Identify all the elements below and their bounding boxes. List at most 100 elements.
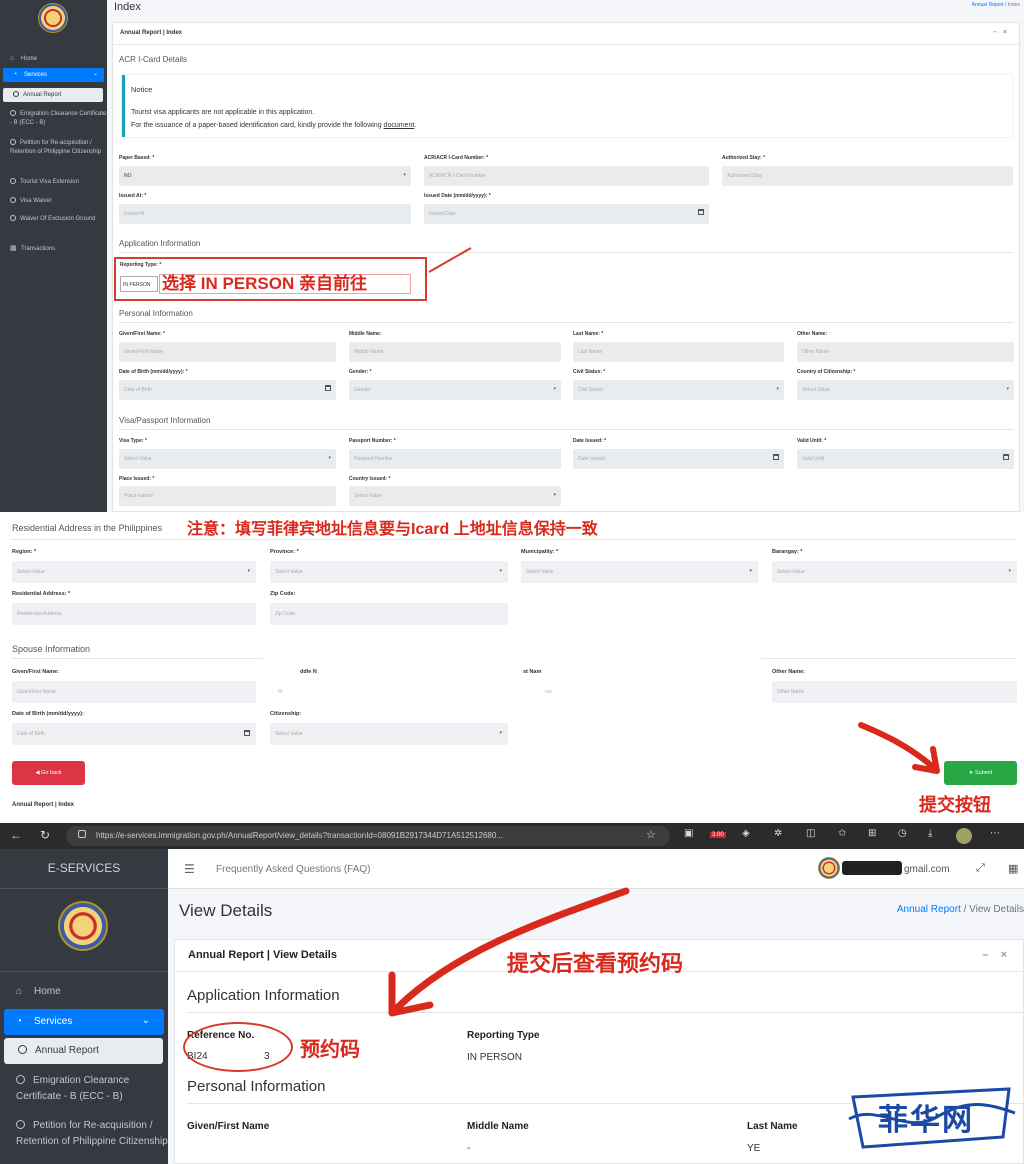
sidebar-item-ecc-b[interactable]: Emigration Clearance Certificate - B (EC…: [0, 1073, 168, 1105]
issued-at-input[interactable]: Issued At: [119, 204, 411, 224]
last-name-input[interactable]: Last Name: [573, 342, 784, 362]
sidebar-item-transactions[interactable]: ▦ Transactions: [0, 244, 107, 254]
breadcrumb-annual-report[interactable]: Annual Report: [897, 904, 961, 915]
place-issued-input[interactable]: Place Issued: [119, 486, 336, 506]
blurred-watermark-overlay: [262, 652, 762, 704]
circle-icon: [16, 1120, 25, 1129]
breadcrumb: Annual Report / Index: [971, 2, 1020, 8]
shield-icon[interactable]: ◈: [742, 828, 750, 839]
submit-button[interactable]: ➤ Submit: [944, 761, 1017, 785]
caret-down-icon: ▾: [403, 172, 406, 178]
spouse-last-input[interactable]: me: [540, 681, 590, 703]
reload-icon[interactable]: ↻: [40, 828, 50, 842]
sidebar-item-tourist-visa-extension[interactable]: Tourist Visa Extension: [0, 178, 107, 187]
spouse-dob-input[interactable]: Date of Birth: [12, 723, 256, 745]
sidebar-item-petition[interactable]: Petition for Re-acquisition / Retention …: [0, 1118, 168, 1150]
close-icon[interactable]: ×: [1003, 29, 1013, 36]
residential-address-input[interactable]: Residential Address: [12, 603, 256, 625]
dob-input[interactable]: Date of Birth: [119, 380, 336, 400]
circle-icon: [10, 178, 16, 184]
zip-code-input[interactable]: Zip Code: [270, 603, 508, 625]
extension-icon[interactable]: ▣: [684, 828, 693, 839]
minimize-icon[interactable]: –: [982, 949, 1000, 961]
acr-number-input[interactable]: ACR/ACR I-Card Number: [424, 166, 709, 186]
circle-icon: [16, 1075, 25, 1084]
circle-icon: [10, 197, 16, 203]
region-select[interactable]: Select Value ▾: [12, 561, 256, 583]
footer-card-title: Annual Report | Index: [12, 802, 75, 808]
residential-address-label: Residential Address: *: [12, 591, 71, 597]
puzzle-icon[interactable]: ✲: [774, 828, 782, 839]
passport-number-input[interactable]: Passport Number: [349, 449, 561, 469]
spouse-given-input[interactable]: Given/First Name: [12, 681, 256, 703]
favorite-star-icon[interactable]: ☆: [646, 828, 656, 841]
spouse-citizenship-select[interactable]: Select Value ▾: [270, 723, 508, 745]
sidebar-item-home[interactable]: ⌂ Home: [0, 54, 107, 64]
paper-based-select[interactable]: NO ▾: [119, 166, 411, 186]
chevron-down-icon: ⌄: [141, 1015, 150, 1026]
gauge-icon: ◔: [16, 1016, 23, 1027]
province-select[interactable]: Select Value ▾: [270, 561, 508, 583]
visa-type-select[interactable]: Select Value ▾: [119, 449, 336, 469]
minimize-icon[interactable]: –: [993, 29, 1003, 36]
history-icon[interactable]: ◷: [898, 828, 907, 839]
spouse-other-input[interactable]: Other Name: [772, 681, 1017, 703]
sidebar-item-waiver-exclusion[interactable]: Waiver Of Exclusion Ground: [0, 215, 107, 224]
other-name-input[interactable]: Other Name: [797, 342, 1014, 362]
user-email[interactable]: gmail.com: [904, 864, 950, 875]
sidebar-item-annual-report[interactable]: Annual Report: [3, 88, 103, 102]
document-link[interactable]: document: [384, 122, 415, 129]
middle-name-input[interactable]: Middle Name: [349, 342, 561, 362]
authorized-stay-label: Authorized Stay: *: [722, 155, 766, 161]
zip-code-label: Zip Code:: [270, 591, 296, 597]
province-label: Province: *: [270, 549, 299, 555]
sidebar-item-services[interactable]: ◔ Services ⌄: [4, 1009, 164, 1035]
municipality-select[interactable]: Select Value ▾: [521, 561, 758, 583]
favorites-icon[interactable]: ✩: [838, 828, 846, 839]
hamburger-menu-icon[interactable]: ☰: [184, 862, 195, 876]
given-name-input[interactable]: Given/First Name: [119, 342, 336, 362]
extension-badge: 3.00: [710, 832, 726, 838]
collections-icon[interactable]: ⊞: [868, 828, 876, 839]
civil-status-select[interactable]: Civil Status ▾: [573, 380, 784, 400]
barangay-select[interactable]: Select Value ▾: [772, 561, 1017, 583]
caret-down-icon: ▾: [247, 568, 250, 574]
back-arrow-icon[interactable]: ←: [10, 828, 22, 842]
user-avatar[interactable]: [818, 857, 840, 879]
last-name-label: Last Name: [747, 1121, 798, 1132]
profile-avatar[interactable]: [956, 828, 972, 844]
gender-select[interactable]: Gender ▾: [349, 380, 561, 400]
download-icon[interactable]: ⤓: [928, 828, 932, 839]
faq-link[interactable]: Frequently Asked Questions (FAQ): [216, 864, 371, 875]
address-section-title: Residential Address in the Philippines: [12, 523, 163, 533]
sidebar-item-petition[interactable]: Petition for Re-acquisition / Retention …: [0, 139, 107, 157]
more-icon[interactable]: ⋯: [990, 828, 1000, 839]
date-issued-input[interactable]: Date Issued: [573, 449, 784, 469]
sidebar-item-home[interactable]: ⌂ Home: [0, 984, 168, 1000]
citizenship-select[interactable]: Select Value ▾: [797, 380, 1014, 400]
close-icon[interactable]: ×: [1001, 949, 1019, 961]
breadcrumb-annual-report[interactable]: Annual Report: [972, 2, 1004, 8]
address-bar[interactable]: https://e-services.immigration.gov.ph/An…: [66, 826, 670, 846]
given-name-label: Given/First Name: *: [119, 331, 166, 337]
breadcrumb-current: View Details: [969, 904, 1024, 915]
country-issued-select[interactable]: Select Value ▾: [349, 486, 561, 506]
fullscreen-icon[interactable]: ⤢: [976, 862, 985, 875]
spouse-middle-input[interactable]: M: [273, 681, 323, 703]
sidebar-item-services[interactable]: ◔ Services ⌄: [3, 68, 104, 82]
brand-title[interactable]: E-SERVICES: [0, 849, 168, 889]
split-screen-icon[interactable]: ◫: [806, 828, 815, 839]
go-back-button[interactable]: ◀ Go back: [12, 761, 85, 785]
sidebar-item-ecc-b[interactable]: Emigration Clearance Certificate - B (EC…: [0, 110, 107, 128]
authorized-stay-input[interactable]: Authorized Stay: [722, 166, 1013, 186]
valid-until-input[interactable]: Valid Until: [797, 449, 1014, 469]
lock-icon: [78, 830, 86, 838]
civil-status-label: Civil Status: *: [573, 369, 606, 375]
grid-menu-icon[interactable]: ▦: [1008, 862, 1018, 875]
sidebar-item-visa-waiver[interactable]: Visa Waiver: [0, 197, 107, 206]
address-annotation: 注意：填写菲律宾地址信息要与Icard 上地址信息保持一致: [187, 521, 598, 538]
caret-down-icon: ▾: [553, 492, 556, 498]
sidebar-item-annual-report[interactable]: Annual Report: [4, 1038, 163, 1064]
issued-date-input[interactable]: Issued Date: [424, 204, 709, 224]
page-title: Index: [114, 1, 141, 13]
